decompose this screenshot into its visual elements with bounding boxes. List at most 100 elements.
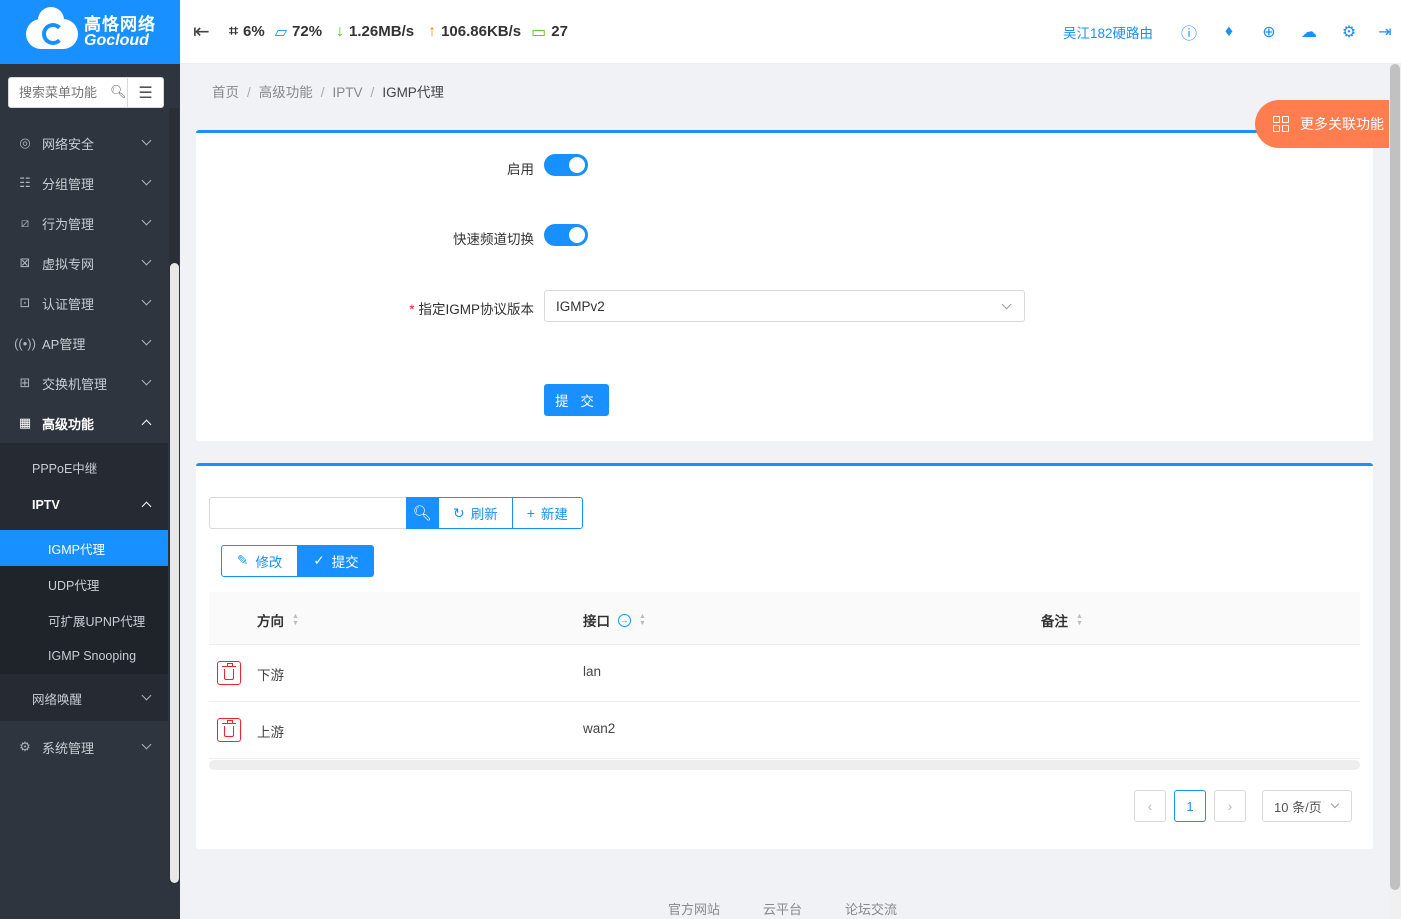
shirt-icon[interactable]: ♦	[1209, 23, 1249, 41]
col-remark[interactable]: 备注 ▲ ▼	[1041, 610, 1083, 630]
more-related-label: 更多关联功能	[1300, 116, 1384, 132]
edit-button[interactable]: ✎ 修改	[221, 545, 299, 577]
more-related-button[interactable]: 更多关联功能	[1255, 100, 1401, 148]
igmp-table: 方向 ▲ ▼ 接口 → ▲ ▼ 备注 ▲ ▼ 下游 lan 上游 wan2	[209, 592, 1360, 770]
sidebar-item-advanced[interactable]: ▦ 高级功能	[0, 403, 168, 443]
trash-icon	[222, 720, 236, 737]
footer-link-cloud[interactable]: 云平台	[763, 899, 802, 918]
clients-value: 27	[551, 23, 568, 40]
gear-icon[interactable]: ⚙	[1329, 22, 1369, 42]
delete-button[interactable]	[217, 661, 241, 685]
info-icon[interactable]: ⓘ	[1169, 20, 1209, 44]
chevron-down-icon	[1001, 299, 1012, 310]
sort-icon[interactable]: ▲ ▼	[1076, 613, 1083, 627]
sidebar-item-network-security[interactable]: ◎ 网络安全	[0, 123, 168, 163]
sidebar-item-switch[interactable]: ⊞ 交换机管理	[0, 363, 168, 403]
cpu-stat: ⌗ 6%	[229, 23, 265, 41]
chevron-down-icon	[141, 175, 152, 186]
table-submit-label: 提交	[331, 555, 359, 570]
enable-switch[interactable]	[544, 154, 588, 176]
upload-value: 106.86KB/s	[441, 23, 522, 40]
sidebar-item-auth[interactable]: ⊡ 认证管理	[0, 283, 168, 323]
sidebar-item-udp-proxy[interactable]: UDP代理	[0, 566, 168, 602]
sidebar-item-igmp-proxy[interactable]: IGMP代理	[0, 530, 168, 566]
table-search-button[interactable]: 🔍︎	[406, 497, 438, 529]
user-card-icon: ⊡	[19, 295, 31, 310]
upload-stat: ↑ 106.86KB/s	[428, 23, 521, 41]
search-icon[interactable]: 🔍︎	[110, 84, 127, 100]
sidebar-item-pppoe[interactable]: PPPoE中继	[0, 448, 168, 486]
page-size-value: 10 条/页	[1274, 799, 1322, 815]
breadcrumb-advanced[interactable]: 高级功能	[259, 85, 313, 100]
refresh-icon: ↻	[453, 504, 465, 521]
delete-button[interactable]	[217, 718, 241, 742]
menu-list-icon[interactable]: ☰	[127, 78, 163, 107]
sidebar-item-label: 网络安全	[42, 136, 95, 152]
sort-icon[interactable]: ▲ ▼	[639, 613, 646, 627]
col-direction[interactable]: 方向 ▲ ▼	[257, 610, 299, 630]
table-submit-button[interactable]: ✓ 提交	[298, 545, 374, 577]
sidebar-item-label: 分组管理	[42, 176, 95, 192]
enable-label: 启用	[507, 162, 534, 177]
logo[interactable]: 高恪网络 Gocloud	[0, 0, 180, 64]
table-scrollbar[interactable]	[209, 760, 1360, 770]
table-row[interactable]: 上游 wan2	[209, 702, 1360, 759]
footer-link-official[interactable]: 官方网站	[668, 899, 720, 918]
chevron-up-icon	[141, 501, 152, 512]
main-scrollbar[interactable]	[1389, 64, 1401, 919]
switch-icon: ⊞	[19, 375, 31, 390]
page-size-select[interactable]: 10 条/页	[1262, 790, 1352, 822]
new-button[interactable]: + 新建	[511, 497, 583, 529]
sidebar-item-upnp-proxy[interactable]: 可扩展UPNP代理	[0, 602, 168, 638]
refresh-label: 刷新	[470, 507, 498, 522]
sidebar-item-iptv[interactable]: IPTV	[0, 486, 168, 524]
brand-cn: 高恪网络	[84, 14, 156, 34]
gear-icon: ⚙	[19, 739, 31, 754]
chevron-down-icon	[1330, 799, 1340, 809]
chevron-down-icon	[141, 335, 152, 346]
footer-link-forum[interactable]: 论坛交流	[845, 899, 897, 918]
table-row[interactable]: 下游 lan	[209, 645, 1360, 702]
sidebar-item-group[interactable]: ☷ 分组管理	[0, 163, 168, 203]
mem-stat: ▱ 72%	[275, 22, 322, 42]
page-number[interactable]: 1	[1174, 790, 1206, 822]
chevron-down-icon	[141, 295, 152, 306]
globe-icon[interactable]: ⊕	[1249, 22, 1289, 42]
sidebar-item-vpn[interactable]: ⊠ 虚拟专网	[0, 243, 168, 283]
fast-switch-toggle[interactable]	[544, 224, 588, 246]
sidebar-item-label: AP管理	[42, 336, 86, 352]
next-page-button[interactable]: ›	[1214, 790, 1246, 822]
check-icon: ✓	[313, 553, 325, 568]
prev-page-button[interactable]: ‹	[1134, 790, 1166, 822]
sidebar-scrollbar[interactable]	[169, 108, 179, 884]
sidebar-item-label: 网络唤醒	[32, 692, 83, 707]
sidebar-item-wakeup[interactable]: 网络唤醒	[0, 675, 168, 721]
device-name[interactable]: 吴江182硬路由	[1063, 22, 1153, 42]
sidebar-item-label: 虚拟专网	[42, 256, 95, 272]
igmp-settings-card: 启用 快速频道切换 * 指定IGMP协议版本 IGMPv2 提 交	[196, 130, 1373, 441]
top-header: ⇤ ⌗ 6% ▱ 72% ↓ 1.26MB/s ↑ 106.86KB/s ▭ 2…	[180, 0, 1401, 64]
trash-icon	[222, 663, 236, 680]
menu-collapse-icon[interactable]: ⇤	[193, 19, 213, 44]
plus-icon: +	[526, 505, 535, 521]
sidebar-item-igmp-snooping[interactable]: IGMP Snooping	[0, 638, 168, 674]
col-interface[interactable]: 接口 → ▲ ▼	[583, 610, 646, 630]
breadcrumb-iptv[interactable]: IPTV	[333, 85, 363, 100]
table-search-input[interactable]	[209, 497, 406, 529]
chevron-down-icon	[141, 690, 152, 701]
login-icon[interactable]: →	[618, 613, 631, 627]
sidebar-item-behavior[interactable]: ⧄ 行为管理	[0, 203, 168, 243]
sidebar-item-system[interactable]: ⚙ 系统管理	[0, 727, 168, 767]
igmp-version-select[interactable]: IGMPv2	[544, 290, 1025, 322]
sort-icon[interactable]: ▲ ▼	[292, 613, 299, 627]
grid-icon: ▦	[18, 415, 32, 430]
cloud-upload-icon[interactable]: ☁	[1289, 22, 1329, 42]
sidebar-item-label: 行为管理	[42, 216, 95, 232]
sidebar-item-ap[interactable]: ((•)) AP管理	[0, 323, 168, 363]
sidebar-item-label: 认证管理	[42, 296, 95, 312]
submit-button[interactable]: 提 交	[544, 384, 609, 416]
refresh-button[interactable]: ↻ 刷新	[438, 497, 513, 529]
pencil-icon: ✎	[237, 553, 249, 568]
logout-icon[interactable]: ⇥	[1369, 22, 1401, 42]
breadcrumb-home[interactable]: 首页	[212, 85, 239, 100]
